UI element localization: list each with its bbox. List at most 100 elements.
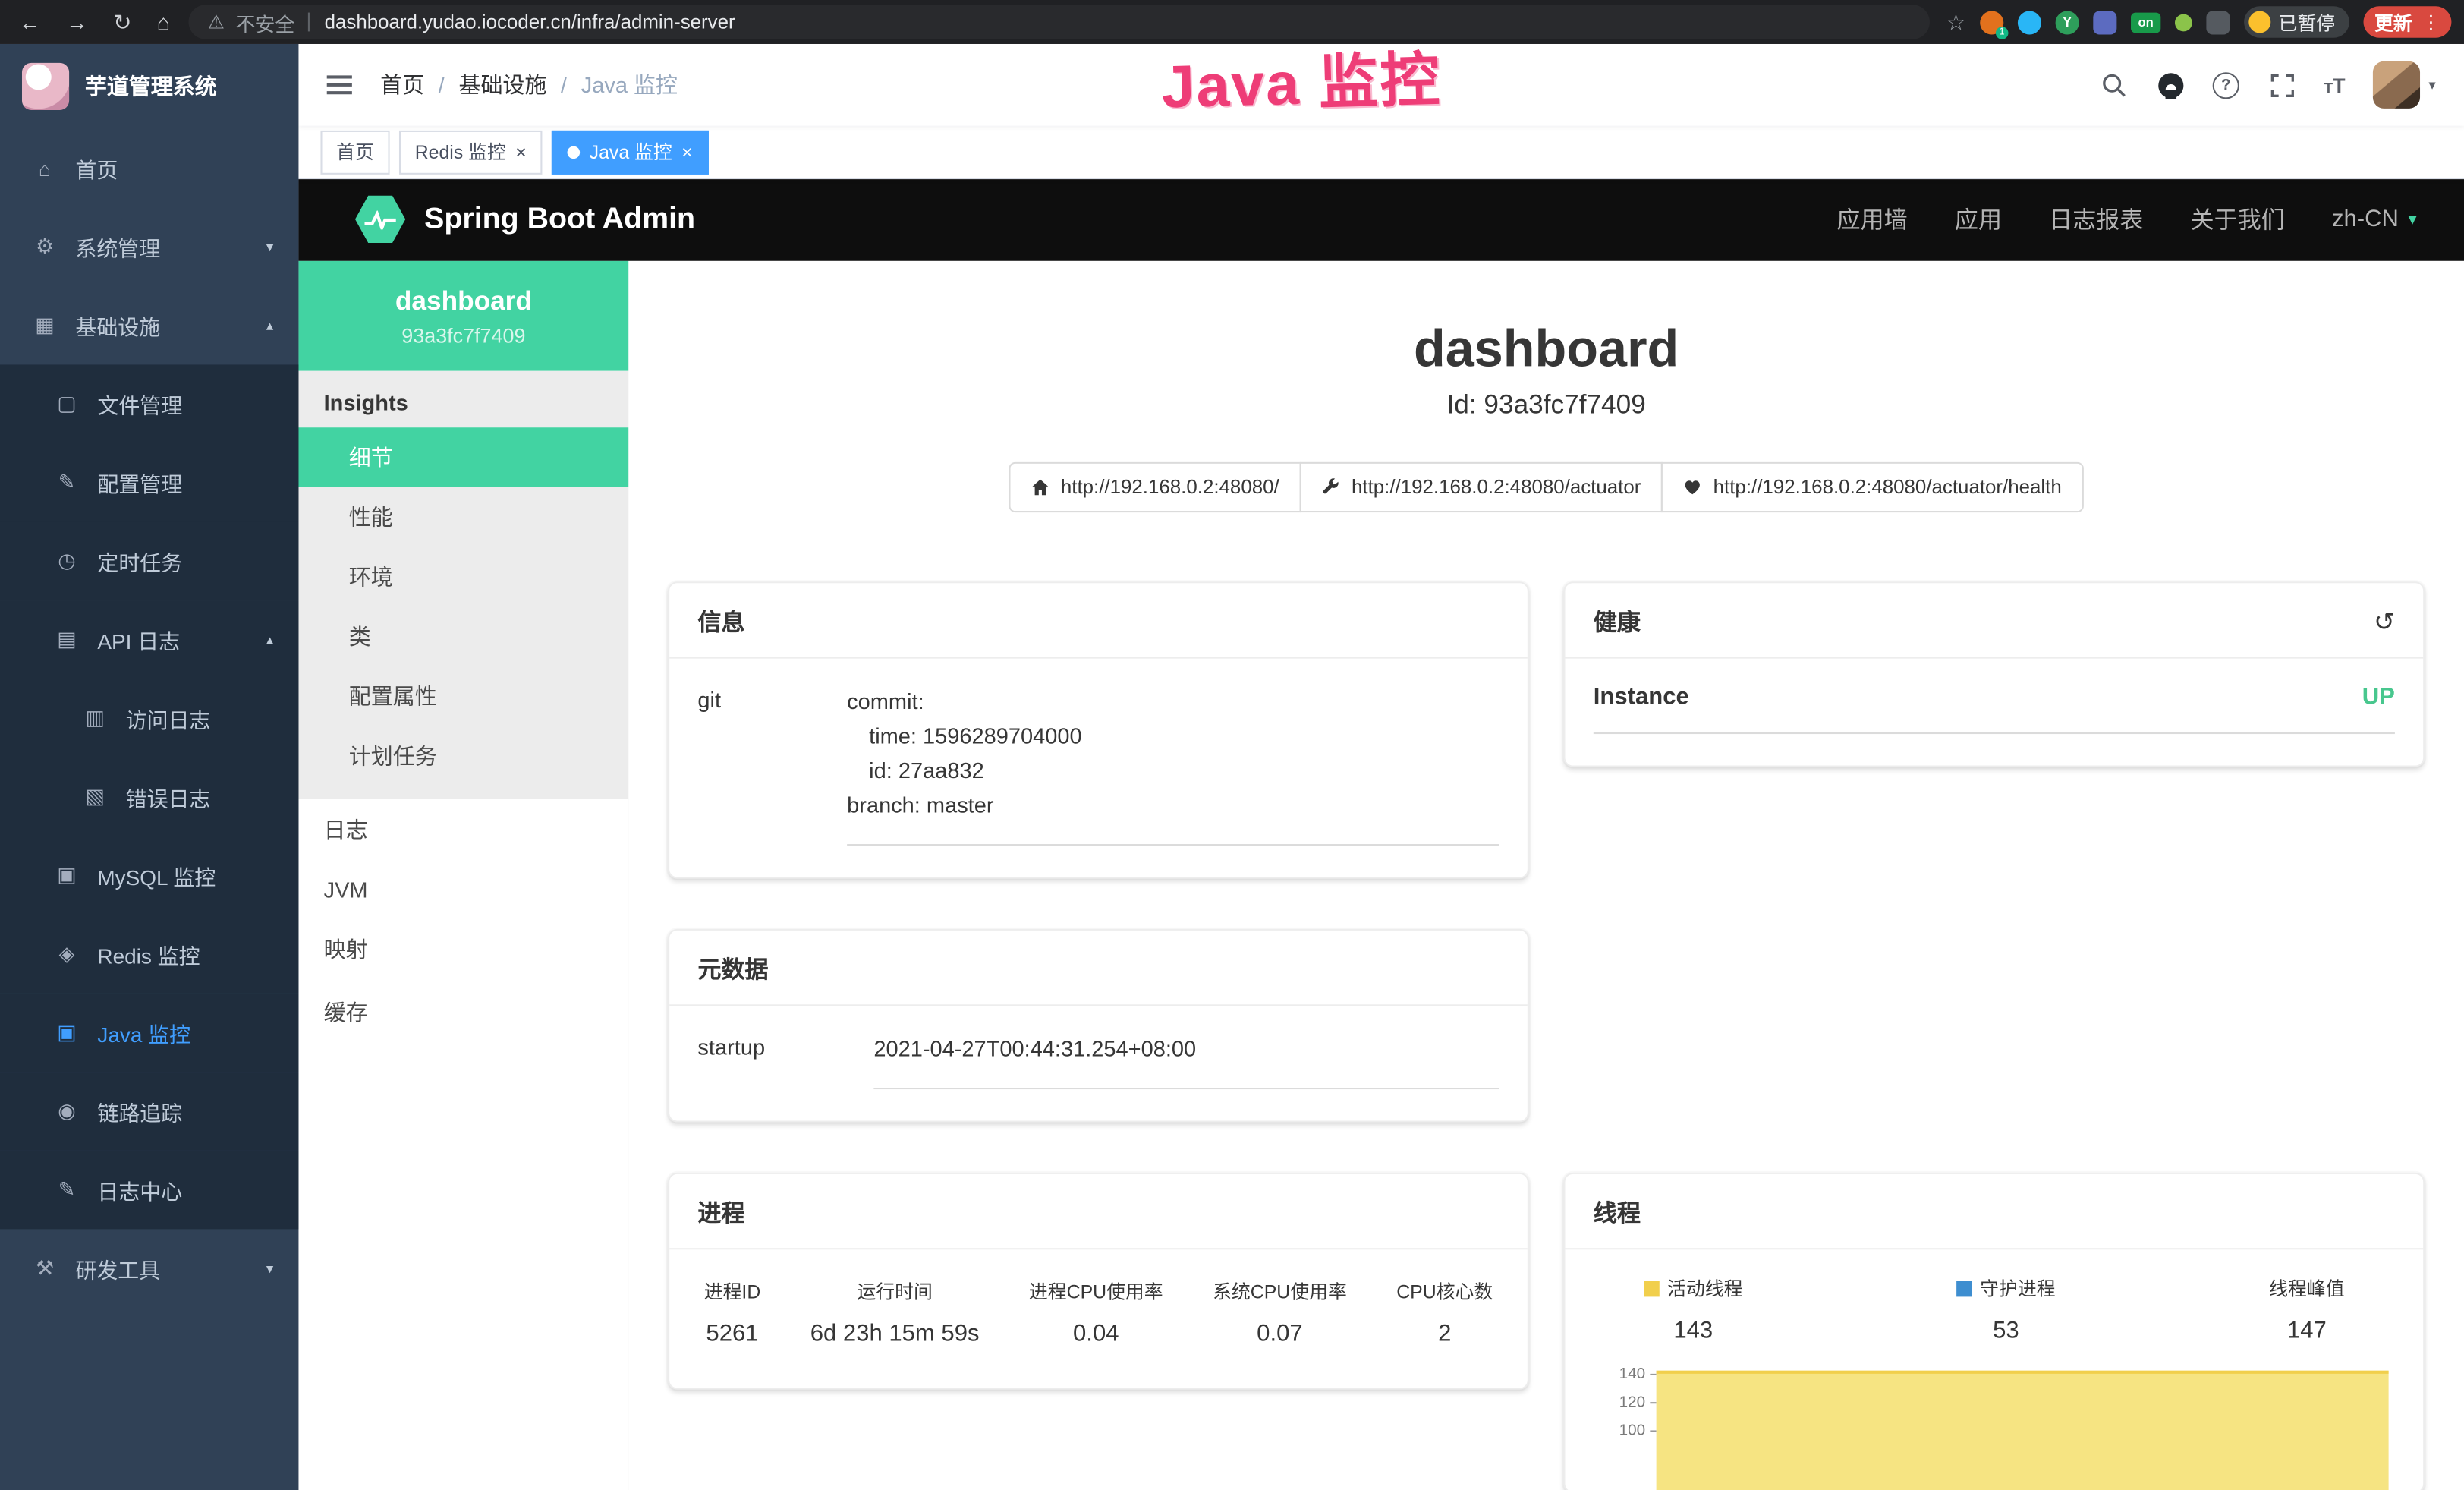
- extension-icon-puzzle[interactable]: [2206, 10, 2230, 33]
- sidebar-item-label: 系统管理: [75, 231, 160, 262]
- sba-content: dashboard Id: 93a3fc7f7409 http://192.16…: [628, 261, 2464, 1490]
- help-icon[interactable]: ?: [2213, 71, 2239, 98]
- sba-item-config-props[interactable]: 配置属性: [298, 666, 628, 726]
- address-bar[interactable]: ⚠ 不安全 dashboard.yudao.iocoder.cn/infra/a…: [189, 5, 1931, 39]
- history-icon[interactable]: ↺: [2374, 606, 2395, 637]
- service-url-label: http://192.168.0.2:48080/: [1061, 476, 1279, 498]
- ytick-label: 100: [1619, 1422, 1646, 1439]
- github-icon[interactable]: [2156, 71, 2184, 99]
- sba-item-logs[interactable]: 日志: [298, 799, 628, 862]
- heart-icon: [1683, 478, 1702, 497]
- sidebar-item-trace[interactable]: ◉ 链路追踪: [0, 1072, 298, 1151]
- url-text[interactable]: dashboard.yudao.iocoder.cn/infra/admin-s…: [325, 11, 735, 33]
- sba-navbar: Spring Boot Admin 应用墙 应用 日志报表 关于我们 zh-CN…: [298, 178, 2464, 261]
- extension-icon-fox[interactable]: 1: [1980, 10, 2003, 33]
- breadcrumb-separator: /: [561, 72, 567, 97]
- sidebar-item-access-logs[interactable]: ▥ 访问日志: [0, 679, 298, 758]
- sba-item-scheduled[interactable]: 计划任务: [298, 726, 628, 786]
- process-card-title: 进程: [697, 1196, 744, 1229]
- close-icon[interactable]: ×: [515, 142, 527, 161]
- sba-item-details[interactable]: 细节: [298, 427, 628, 487]
- metadata-key: startup: [697, 1031, 873, 1089]
- extension-icon-y[interactable]: Y: [2056, 10, 2079, 33]
- security-warning-icon[interactable]: ⚠: [208, 11, 225, 33]
- sba-item-classes[interactable]: 类: [298, 606, 628, 666]
- breadcrumb-home[interactable]: 首页: [380, 69, 424, 100]
- sidebar-item-redis-monitor[interactable]: ◈ Redis 监控: [0, 915, 298, 994]
- page-title: dashboard: [628, 317, 2464, 380]
- close-icon[interactable]: ×: [681, 142, 693, 161]
- sidebar-item-config-management[interactable]: ✎ 配置管理: [0, 443, 298, 522]
- browser-back-icon[interactable]: ←: [19, 9, 41, 34]
- health-card-title: 健康: [1594, 605, 1641, 638]
- extension-icon-leaf[interactable]: [2175, 14, 2192, 31]
- sba-item-caches[interactable]: 缓存: [298, 981, 628, 1044]
- breadcrumb-current: Java 监控: [581, 69, 678, 100]
- sidebar-item-error-logs[interactable]: ▧ 错误日志: [0, 758, 298, 836]
- font-size-icon[interactable]: TT: [2324, 73, 2346, 96]
- sidebar-item-home[interactable]: ⌂ 首页: [0, 129, 298, 208]
- info-key: git: [697, 684, 847, 846]
- browser-reload-icon[interactable]: ↻: [113, 8, 131, 35]
- sba-item-environment[interactable]: 环境: [298, 547, 628, 607]
- browser-menu-icon[interactable]: ⋮: [2422, 11, 2440, 33]
- sba-nav-wallboard[interactable]: 应用墙: [1837, 203, 1908, 235]
- actuator-url-button[interactable]: http://192.168.0.2:48080/actuator: [1300, 462, 1663, 512]
- sba-item-metrics[interactable]: 性能: [298, 487, 628, 547]
- extension-icon-on[interactable]: on: [2131, 12, 2160, 33]
- browser-home-icon[interactable]: ⌂: [157, 9, 171, 34]
- tab-redis-monitor[interactable]: Redis 监控 ×: [399, 130, 543, 174]
- browser-forward-icon[interactable]: →: [66, 9, 88, 34]
- sidebar-item-scheduled-tasks[interactable]: ◷ 定时任务: [0, 522, 298, 601]
- info-line: branch: master: [847, 787, 1499, 822]
- extension-icon-drop[interactable]: [2018, 10, 2041, 33]
- tab-java-monitor[interactable]: Java 监控 ×: [552, 130, 708, 174]
- extension-icon-grid[interactable]: [2093, 10, 2116, 33]
- update-button[interactable]: 更新 ⋮: [2363, 6, 2451, 37]
- tab-home[interactable]: 首页: [320, 130, 389, 174]
- sba-nav-applications[interactable]: 应用: [1955, 203, 2002, 235]
- service-url-button[interactable]: http://192.168.0.2:48080/: [1009, 462, 1301, 512]
- sba-item-jvm[interactable]: JVM: [298, 862, 628, 918]
- health-url-label: http://192.168.0.2:48080/actuator/health: [1713, 476, 2062, 498]
- breadcrumb-infrastructure[interactable]: 基础设施: [458, 69, 546, 100]
- sidebar-toggle-icon[interactable]: [327, 75, 352, 94]
- sidebar-item-mysql-monitor[interactable]: ▣ MySQL 监控: [0, 836, 298, 915]
- user-menu[interactable]: ▾: [2374, 61, 2436, 109]
- process-column: 系统CPU使用率 0.07: [1213, 1278, 1347, 1347]
- sba-item-mappings[interactable]: 映射: [298, 918, 628, 981]
- sidebar-item-dev-tools[interactable]: ⚒ 研发工具 ▾: [0, 1229, 298, 1308]
- sidebar-item-infrastructure[interactable]: ▦ 基础设施 ▴: [0, 286, 298, 365]
- process-col-value: 5261: [704, 1320, 761, 1347]
- active-threads-area: [1657, 1371, 2389, 1490]
- sba-nav-about[interactable]: 关于我们: [2191, 203, 2285, 235]
- health-card: 健康 ↺ Instance UP: [1563, 581, 2425, 767]
- instance-header[interactable]: dashboard 93a3fc7f7409: [298, 261, 628, 371]
- sidebar-item-system[interactable]: ⚙ 系统管理 ▾: [0, 207, 298, 286]
- chevron-down-icon: ▾: [266, 1260, 273, 1277]
- legend-item: 活动线程 143: [1644, 1274, 1742, 1344]
- file-icon: ▢: [53, 392, 80, 417]
- avatar[interactable]: [2374, 61, 2421, 109]
- sba-brand-title[interactable]: Spring Boot Admin: [424, 202, 695, 237]
- paused-badge[interactable]: 已暂停: [2244, 6, 2349, 37]
- metadata-card: 元数据 startup 2021-04-27T00:44:31.254+08:0…: [668, 929, 1529, 1123]
- sidebar-item-file-management[interactable]: ▢ 文件管理: [0, 364, 298, 443]
- sidebar-item-label: 链路追踪: [97, 1095, 182, 1126]
- sidebar-item-log-center[interactable]: ✎ 日志中心: [0, 1151, 298, 1230]
- sidebar-item-java-monitor[interactable]: ▣ Java 监控: [0, 994, 298, 1073]
- app-header: 首页 / 基础设施 / Java 监控 ? TT ▾: [298, 44, 2464, 126]
- locale-select[interactable]: zh-CN ▾: [2332, 206, 2417, 232]
- app-logo-icon: [22, 63, 69, 110]
- insights-group-label: Insights: [298, 371, 628, 428]
- tags-view-bar: 首页 Redis 监控 × Java 监控 ×: [298, 126, 2464, 179]
- sidebar-item-api-logs[interactable]: ▤ API 日志 ▴: [0, 600, 298, 679]
- bookmark-star-icon[interactable]: ☆: [1946, 8, 1965, 35]
- sba-nav-journal[interactable]: 日志报表: [2049, 203, 2143, 235]
- search-icon[interactable]: [2100, 71, 2128, 99]
- app-logo[interactable]: 芋道管理系统: [0, 44, 298, 129]
- sidebar-item-label: 访问日志: [126, 703, 211, 734]
- health-instance-label[interactable]: Instance: [1594, 684, 1689, 710]
- fullscreen-icon[interactable]: [2267, 71, 2296, 99]
- health-url-button[interactable]: http://192.168.0.2:48080/actuator/health: [1661, 462, 2083, 512]
